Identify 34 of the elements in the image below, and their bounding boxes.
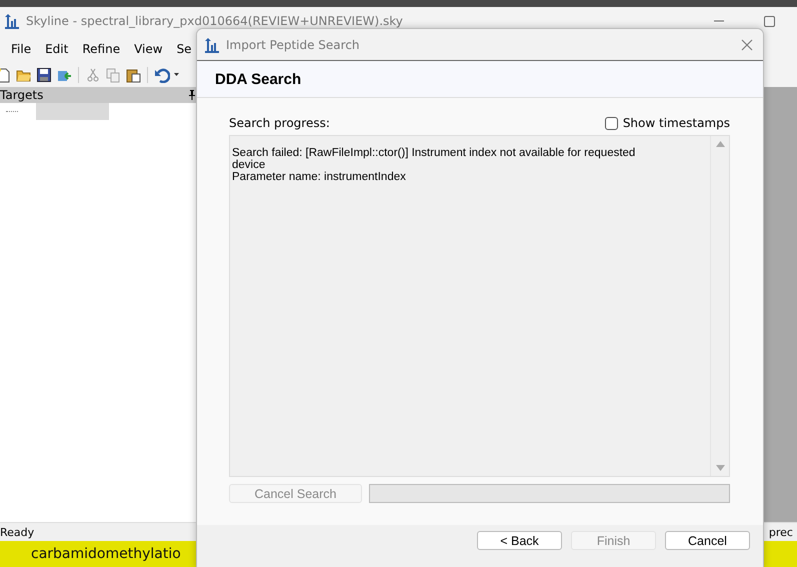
maximize-icon[interactable] — [764, 16, 775, 26]
log-area[interactable]: Search failed: [RawFileImpl::ctor()] Instrument index not available for requested device Parameter name: instrumentIndex — [229, 135, 730, 477]
menu-item[interactable]: Refine — [75, 42, 128, 56]
log-line: Search failed: [RawFileImpl::ctor()] Instrument index not available for requested — [232, 147, 636, 159]
page-heading: DDA Search — [215, 70, 302, 88]
menu-item[interactable]: Se — [170, 42, 199, 56]
menu-item[interactable]: Edit — [38, 42, 76, 56]
close-icon[interactable] — [741, 38, 753, 50]
checkbox-label: Show timestamps — [622, 116, 730, 130]
menu-item[interactable]: File — [4, 42, 38, 56]
dialog-button[interactable]: < Back — [477, 531, 562, 550]
checkbox[interactable] — [604, 116, 618, 130]
caret-icon[interactable] — [174, 73, 179, 76]
app-logo-icon — [204, 36, 220, 52]
tree-line — [6, 111, 18, 112]
paste-icon[interactable] — [125, 66, 141, 82]
panel-title: Targets — [0, 88, 44, 102]
log-line: Parameter name: instrumentIndex — [232, 171, 407, 183]
log-line: device — [232, 159, 266, 171]
status-text: prec — [768, 526, 793, 538]
dialog-button[interactable]: Cancel — [665, 531, 750, 550]
field-label: Search progress: — [229, 116, 330, 130]
status-text: Ready — [0, 526, 34, 538]
highlighted-text: carbamidomethylatio — [31, 546, 181, 562]
scissors-icon[interactable] — [85, 66, 101, 82]
dialog-title: Import Peptide Search — [226, 38, 360, 52]
menu-item[interactable]: View — [127, 42, 170, 56]
new-file-icon[interactable] — [0, 66, 12, 82]
window-title: Skyline - spectral_library_pxd010664(REVIEW+UNREVIEW).sky — [26, 14, 403, 28]
undo-icon[interactable] — [154, 66, 170, 82]
app-logo-icon — [4, 13, 20, 29]
minimize-icon[interactable] — [714, 20, 726, 22]
save-icon[interactable] — [36, 66, 52, 82]
pin-icon[interactable] — [188, 90, 196, 100]
